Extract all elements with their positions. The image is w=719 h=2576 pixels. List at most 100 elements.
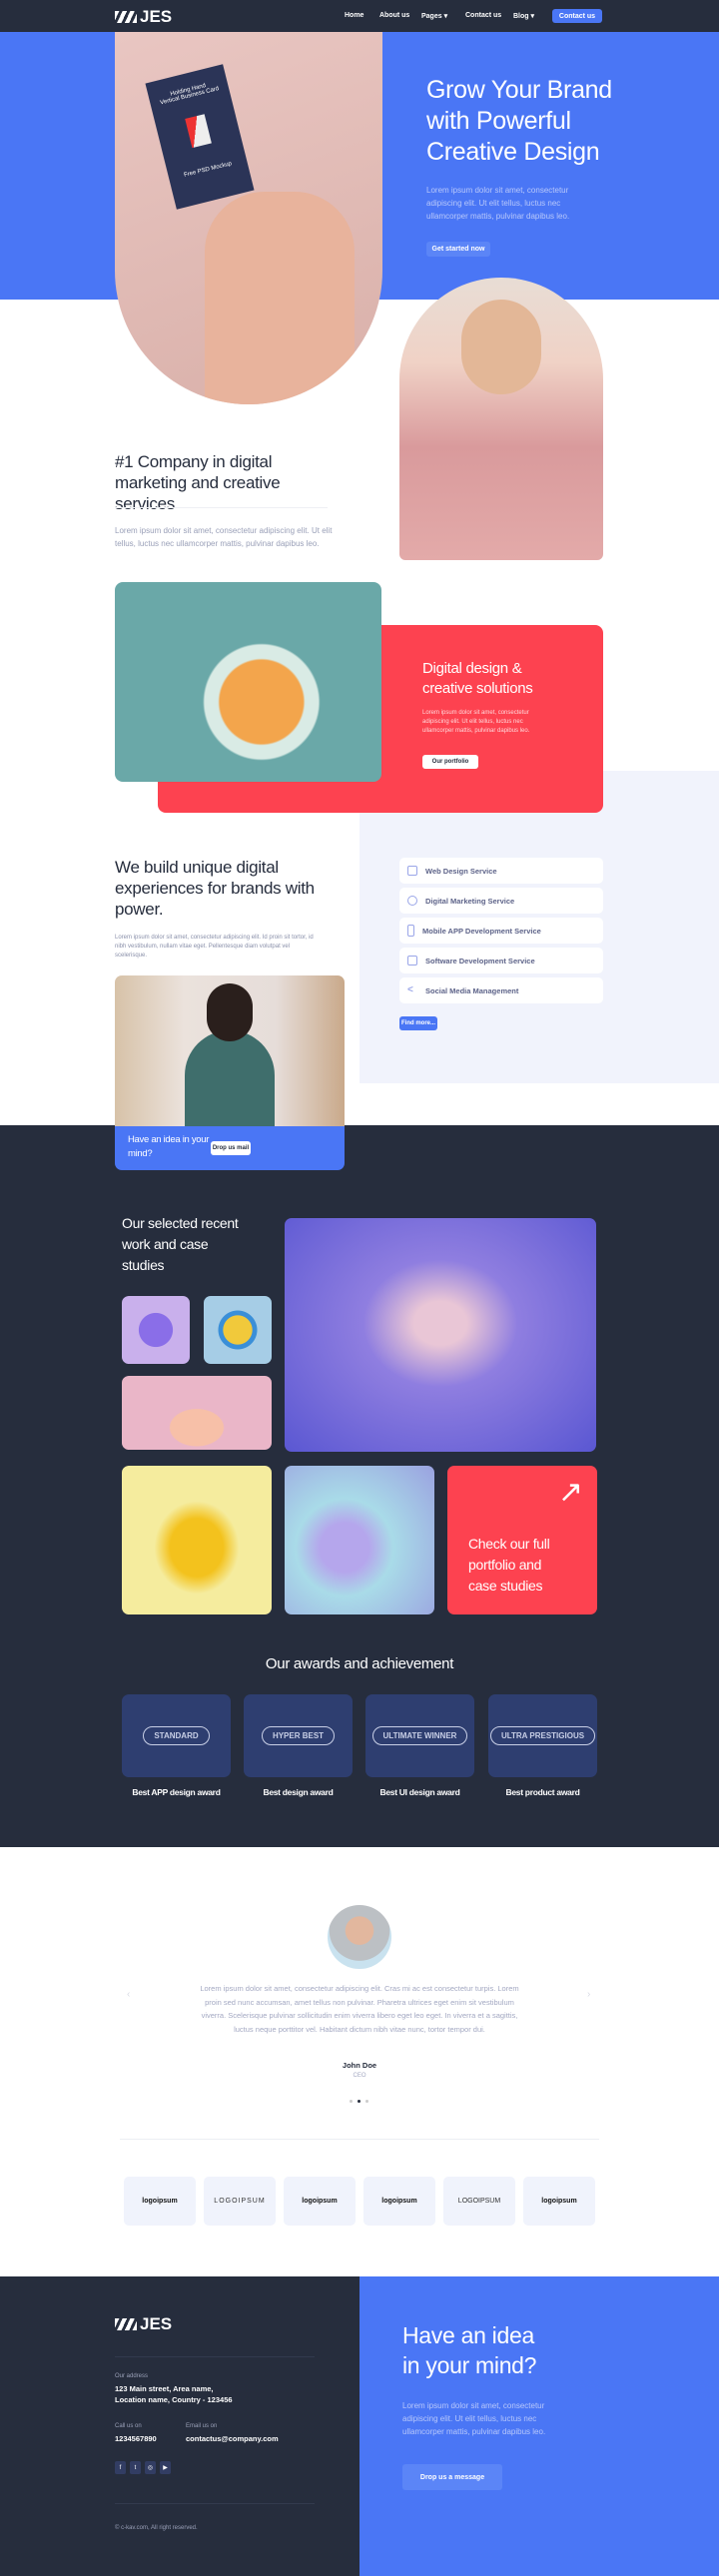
client-logo: logoipsum [363, 2177, 435, 2226]
digital-title: Digital design & creative solutions [422, 660, 533, 697]
footer-left: JES Our address 123 Main street, Area na… [0, 2276, 360, 2576]
nav-pages-label: Pages [421, 13, 442, 20]
woman-desk-image [115, 975, 345, 1126]
service-label: Software Development Service [425, 956, 535, 966]
address-label: Our address [115, 2373, 149, 2379]
testimonial-name: John Doe [342, 2061, 377, 2070]
service-digital-marketing[interactable]: Digital Marketing Service [399, 888, 603, 914]
prev-arrow-icon[interactable]: ‹ [127, 1989, 130, 2000]
awards-title: Our awards and achievement [265, 1655, 454, 1672]
digital-text: Lorem ipsum dolor sit amet, consectetur … [422, 710, 530, 734]
about-text: Lorem ipsum dolor sit amet, consectetur … [115, 526, 333, 548]
service-software[interactable]: Software Development Service [399, 948, 603, 973]
twitter-icon[interactable]: t [130, 2461, 141, 2474]
footer-cta-title: Have an idea in your mind? [402, 2322, 537, 2378]
service-label: Web Design Service [425, 866, 497, 876]
award-badge-icon: HYPER BEST [261, 1726, 336, 1745]
carousel-dots [350, 2100, 368, 2103]
award-badge-icon: ULTIMATE WINNER [371, 1726, 468, 1745]
build-title: We build unique digital experiences for … [115, 858, 315, 919]
call-label: Call us on [115, 2423, 142, 2429]
card-logo-icon [185, 114, 212, 149]
nav-about[interactable]: About us [379, 12, 409, 19]
hair-shape [207, 983, 253, 1041]
about-title: #1 Company in digital marketing and crea… [115, 452, 281, 513]
caret-down-icon: ▾ [530, 13, 535, 20]
portfolio-tile-yellow[interactable] [122, 1466, 272, 1614]
client-logo: logoipsum [124, 2177, 196, 2226]
idea-bar: Have an idea in your mind? Drop us mail [115, 1126, 345, 1170]
service-label: Digital Marketing Service [425, 896, 515, 906]
nav-home[interactable]: Home [345, 12, 363, 19]
person-shape [185, 1030, 275, 1126]
card-line: Free PSD Mockup [183, 161, 233, 179]
contact-button[interactable]: Contact us [552, 9, 602, 23]
service-label: Social Media Management [425, 985, 519, 995]
facebook-icon[interactable]: f [115, 2461, 126, 2474]
award-card: STANDARD [122, 1694, 231, 1777]
hero-text: Lorem ipsum dolor sit amet, consectetur … [426, 186, 570, 221]
logo[interactable]: JES [115, 7, 172, 27]
our-portfolio-button[interactable]: Our portfolio [422, 755, 478, 769]
service-web-design[interactable]: Web Design Service [399, 858, 603, 884]
build-text: Lorem ipsum dolor sit amet, consectetur … [115, 935, 314, 959]
mobile-icon [407, 925, 414, 937]
service-social-media[interactable]: < Social Media Management [399, 977, 603, 1003]
share-icon: < [407, 984, 413, 995]
idea-text: Have an idea in your mind? [128, 1134, 210, 1159]
nav-pages[interactable]: Pages ▾ [421, 12, 447, 20]
face-shape [461, 300, 541, 394]
footer-cta: Have an idea in your mind? Lorem ipsum d… [360, 2276, 719, 2576]
logo-mark-icon [115, 11, 137, 23]
award-label: Best UI design award [379, 1787, 460, 1797]
testimonial-role: CEO [353, 2073, 366, 2079]
woman-portrait-image [399, 278, 603, 560]
carousel-dot[interactable] [350, 2100, 353, 2103]
award-badge-icon: STANDARD [143, 1726, 210, 1745]
navbar: JES Home About us Pages ▾ Contact us Blo… [0, 0, 719, 32]
service-label: Mobile APP Development Service [422, 926, 541, 936]
service-mobile-app[interactable]: Mobile APP Development Service [399, 918, 603, 944]
drop-us-mail-button[interactable]: Drop us mail [211, 1141, 251, 1155]
find-more-button[interactable]: Find more... [399, 1016, 437, 1030]
award-card: ULTIMATE WINNER [365, 1694, 474, 1777]
award-card: ULTRA PRESTIGIOUS [488, 1694, 597, 1777]
portfolio-cta-tile[interactable]: ↗ Check our full portfolio and case stud… [447, 1466, 597, 1614]
divider [115, 2356, 315, 2357]
portfolio-title: Our selected recent work and case studie… [122, 1215, 239, 1273]
arrow-up-right-icon: ↗ [557, 1476, 583, 1509]
address-text: 123 Main street, Area name, Location nam… [115, 2384, 233, 2404]
portfolio-tile-purple[interactable] [122, 1296, 190, 1364]
phone-number[interactable]: 1234567890 [115, 2434, 157, 2443]
carousel-dot[interactable] [365, 2100, 368, 2103]
portfolio-tile-pink[interactable] [122, 1376, 272, 1450]
footer-logo[interactable]: JES [115, 2314, 172, 2334]
nav-blog[interactable]: Blog ▾ [513, 12, 534, 20]
software-icon [407, 956, 417, 966]
copyright: © c-kav.com, All right reserved. [115, 2525, 198, 2531]
hand-shape [205, 192, 355, 404]
drop-message-button[interactable]: Drop us a message [402, 2464, 502, 2490]
client-logo: logoipsum [284, 2177, 356, 2226]
instagram-icon[interactable]: ◎ [145, 2461, 156, 2474]
get-started-button[interactable]: Get started now [426, 242, 490, 257]
nav-contact[interactable]: Contact us [465, 12, 501, 19]
email-link[interactable]: contactus@company.com [186, 2434, 279, 2443]
next-arrow-icon[interactable]: › [587, 1989, 590, 2000]
portfolio-tile-sphere[interactable] [204, 1296, 272, 1364]
social-links: f t ◎ ▶ [115, 2461, 171, 2474]
award-label: Best product award [505, 1787, 580, 1797]
divider [120, 2139, 599, 2140]
code-window-icon [407, 866, 417, 876]
youtube-icon[interactable]: ▶ [160, 2461, 171, 2474]
hero-business-card-image: Holding Hand Vertical Business Card Free… [115, 32, 382, 404]
portfolio-tile-brain[interactable] [285, 1218, 596, 1452]
client-logo: LOGOIPSUM [204, 2177, 276, 2226]
carousel-dot-active[interactable] [358, 2100, 360, 2103]
award-label: Best design award [263, 1787, 334, 1797]
logo-text: JES [140, 7, 173, 26]
testimonial-avatar [328, 1905, 391, 1969]
portfolio-tile-planet[interactable] [285, 1466, 434, 1614]
award-label: Best APP design award [132, 1787, 221, 1797]
award-badge-icon: ULTRA PRESTIGIOUS [489, 1726, 596, 1745]
